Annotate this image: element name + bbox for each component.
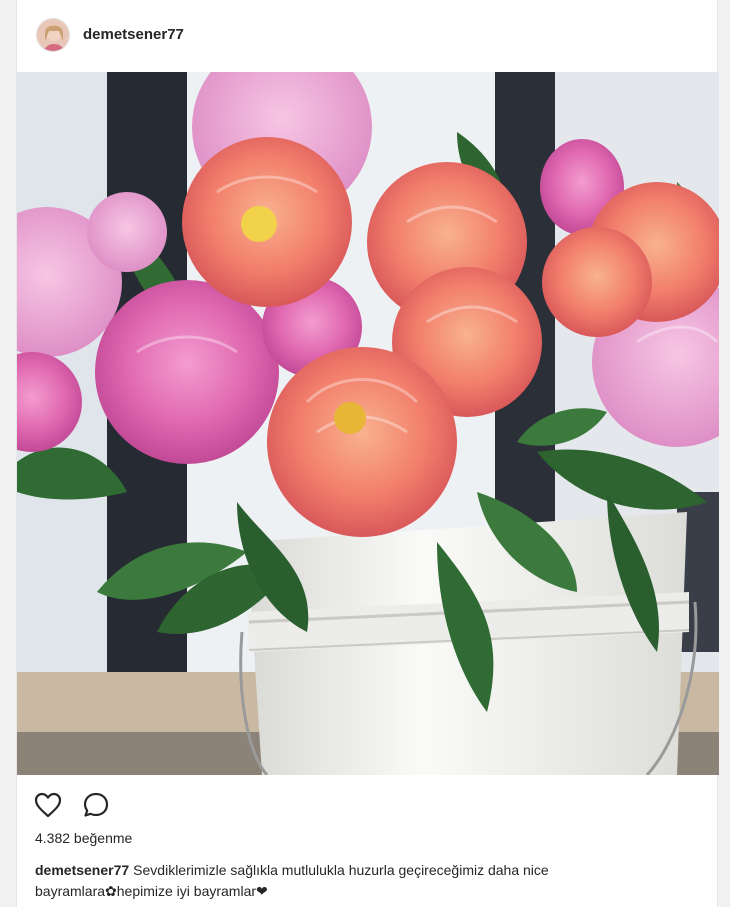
post-photo[interactable] [17, 72, 719, 775]
post-card: demetsener77 4.382 beğenme demetsener77 … [16, 0, 719, 907]
avatar[interactable] [36, 18, 70, 52]
likes-count[interactable]: 4.382 beğenme [35, 830, 132, 846]
post-header: demetsener77 [17, 0, 717, 72]
username[interactable]: demetsener77 [83, 26, 184, 43]
post-actions [33, 790, 111, 820]
comment-bubble-icon[interactable] [81, 790, 111, 820]
heart-outline-icon[interactable] [33, 790, 63, 820]
caption-username[interactable]: demetsener77 [35, 862, 129, 878]
post-caption: demetsener77 Sevdiklerimizle sağlıkla mut… [35, 860, 685, 902]
